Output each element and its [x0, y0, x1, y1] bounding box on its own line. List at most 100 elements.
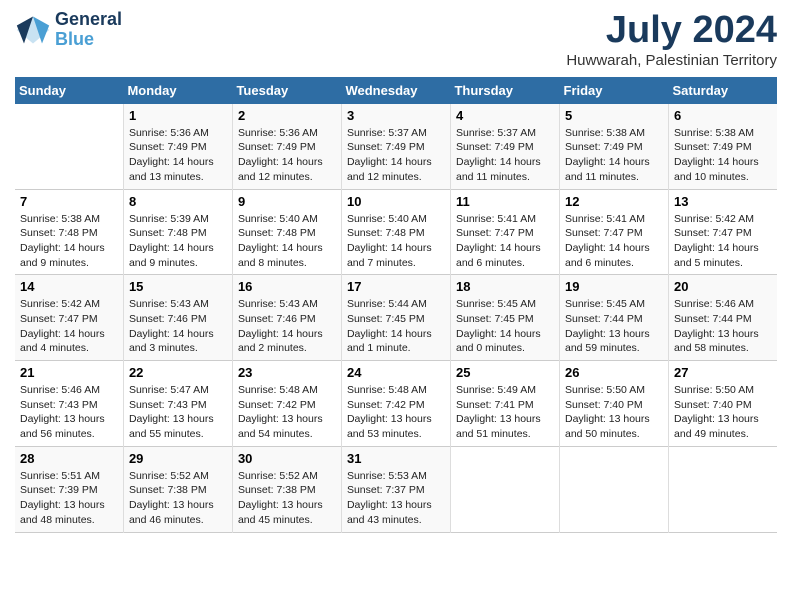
logo: General Blue [15, 10, 122, 50]
calendar-subtitle: Huwwarah, Palestinian Territory [566, 52, 777, 69]
day-info: Sunrise: 5:41 AM Sunset: 7:47 PM Dayligh… [456, 212, 554, 271]
day-info: Sunrise: 5:45 AM Sunset: 7:45 PM Dayligh… [456, 297, 554, 356]
calendar-cell: 29 Sunrise: 5:52 AM Sunset: 7:38 PM Dayli… [123, 446, 232, 532]
header-friday: Friday [560, 77, 669, 104]
calendar-cell: 9 Sunrise: 5:40 AM Sunset: 7:48 PM Daylig… [232, 189, 341, 275]
day-number: 30 [238, 451, 336, 466]
week-row-3: 14 Sunrise: 5:42 AM Sunset: 7:47 PM Dayli… [15, 275, 777, 361]
day-number: 6 [674, 108, 772, 123]
calendar-cell: 6 Sunrise: 5:38 AM Sunset: 7:49 PM Daylig… [669, 104, 777, 189]
day-info: Sunrise: 5:37 AM Sunset: 7:49 PM Dayligh… [347, 126, 445, 185]
calendar-cell: 8 Sunrise: 5:39 AM Sunset: 7:48 PM Daylig… [123, 189, 232, 275]
header-row: SundayMondayTuesdayWednesdayThursdayFrid… [15, 77, 777, 104]
day-info: Sunrise: 5:38 AM Sunset: 7:49 PM Dayligh… [674, 126, 772, 185]
day-number: 24 [347, 365, 445, 380]
calendar-cell: 14 Sunrise: 5:42 AM Sunset: 7:47 PM Dayli… [15, 275, 123, 361]
day-info: Sunrise: 5:49 AM Sunset: 7:41 PM Dayligh… [456, 383, 554, 442]
calendar-cell: 26 Sunrise: 5:50 AM Sunset: 7:40 PM Dayli… [560, 361, 669, 447]
day-info: Sunrise: 5:43 AM Sunset: 7:46 PM Dayligh… [129, 297, 227, 356]
calendar-cell [669, 446, 777, 532]
day-number: 9 [238, 194, 336, 209]
day-number: 17 [347, 279, 445, 294]
calendar-cell: 23Sunrise: 5:48 AM Sunset: 7:42 PM Dayli… [232, 361, 341, 447]
calendar-cell: 28 Sunrise: 5:51 AM Sunset: 7:39 PM Dayli… [15, 446, 123, 532]
day-info: Sunrise: 5:53 AM Sunset: 7:37 PM Dayligh… [347, 469, 445, 528]
calendar-cell: 20Sunrise: 5:46 AM Sunset: 7:44 PM Dayli… [669, 275, 777, 361]
header-tuesday: Tuesday [232, 77, 341, 104]
day-info: Sunrise: 5:42 AM Sunset: 7:47 PM Dayligh… [674, 212, 772, 271]
day-number: 12 [565, 194, 663, 209]
header-sunday: Sunday [15, 77, 123, 104]
day-number: 11 [456, 194, 554, 209]
logo-icon [15, 12, 51, 48]
day-info: Sunrise: 5:36 AM Sunset: 7:49 PM Dayligh… [238, 126, 336, 185]
day-info: Sunrise: 5:46 AM Sunset: 7:43 PM Dayligh… [20, 383, 118, 442]
calendar-cell: 18Sunrise: 5:45 AM Sunset: 7:45 PM Dayli… [450, 275, 559, 361]
header-monday: Monday [123, 77, 232, 104]
calendar-cell [450, 446, 559, 532]
day-number: 8 [129, 194, 227, 209]
day-number: 2 [238, 108, 336, 123]
day-info: Sunrise: 5:37 AM Sunset: 7:49 PM Dayligh… [456, 126, 554, 185]
page-header: General Blue July 2024 Huwwarah, Palesti… [15, 10, 777, 69]
day-number: 14 [20, 279, 118, 294]
day-info: Sunrise: 5:40 AM Sunset: 7:48 PM Dayligh… [347, 212, 445, 271]
calendar-cell: 27Sunrise: 5:50 AM Sunset: 7:40 PM Dayli… [669, 361, 777, 447]
calendar-cell: 12 Sunrise: 5:41 AM Sunset: 7:47 PM Dayli… [560, 189, 669, 275]
day-info: Sunrise: 5:45 AM Sunset: 7:44 PM Dayligh… [565, 297, 663, 356]
week-row-2: 7Sunrise: 5:38 AM Sunset: 7:48 PM Daylig… [15, 189, 777, 275]
calendar-title: July 2024 [566, 10, 777, 52]
calendar-body: 1 Sunrise: 5:36 AM Sunset: 7:49 PM Daylig… [15, 104, 777, 532]
day-info: Sunrise: 5:40 AM Sunset: 7:48 PM Dayligh… [238, 212, 336, 271]
week-row-4: 21 Sunrise: 5:46 AM Sunset: 7:43 PM Dayli… [15, 361, 777, 447]
day-info: Sunrise: 5:52 AM Sunset: 7:38 PM Dayligh… [129, 469, 227, 528]
logo-blue: Blue [55, 30, 122, 50]
day-info: Sunrise: 5:43 AM Sunset: 7:46 PM Dayligh… [238, 297, 336, 356]
day-number: 25 [456, 365, 554, 380]
calendar-cell: 17 Sunrise: 5:44 AM Sunset: 7:45 PM Dayli… [341, 275, 450, 361]
day-number: 16 [238, 279, 336, 294]
day-info: Sunrise: 5:52 AM Sunset: 7:38 PM Dayligh… [238, 469, 336, 528]
day-info: Sunrise: 5:38 AM Sunset: 7:49 PM Dayligh… [565, 126, 663, 185]
day-info: Sunrise: 5:50 AM Sunset: 7:40 PM Dayligh… [565, 383, 663, 442]
day-number: 7 [20, 194, 118, 209]
calendar-cell: 11 Sunrise: 5:41 AM Sunset: 7:47 PM Dayli… [450, 189, 559, 275]
day-number: 29 [129, 451, 227, 466]
day-info: Sunrise: 5:42 AM Sunset: 7:47 PM Dayligh… [20, 297, 118, 356]
title-area: July 2024 Huwwarah, Palestinian Territor… [566, 10, 777, 69]
day-info: Sunrise: 5:41 AM Sunset: 7:47 PM Dayligh… [565, 212, 663, 271]
calendar-cell: 7Sunrise: 5:38 AM Sunset: 7:48 PM Daylig… [15, 189, 123, 275]
day-number: 21 [20, 365, 118, 380]
week-row-1: 1 Sunrise: 5:36 AM Sunset: 7:49 PM Daylig… [15, 104, 777, 189]
logo-general: General [55, 10, 122, 30]
day-number: 5 [565, 108, 663, 123]
day-info: Sunrise: 5:51 AM Sunset: 7:39 PM Dayligh… [20, 469, 118, 528]
calendar-cell: 5 Sunrise: 5:38 AM Sunset: 7:49 PM Daylig… [560, 104, 669, 189]
day-number: 26 [565, 365, 663, 380]
calendar-cell: 30 Sunrise: 5:52 AM Sunset: 7:38 PM Dayli… [232, 446, 341, 532]
calendar-table: SundayMondayTuesdayWednesdayThursdayFrid… [15, 77, 777, 533]
calendar-cell: 21 Sunrise: 5:46 AM Sunset: 7:43 PM Dayli… [15, 361, 123, 447]
calendar-cell: 13Sunrise: 5:42 AM Sunset: 7:47 PM Dayli… [669, 189, 777, 275]
calendar-cell [560, 446, 669, 532]
day-info: Sunrise: 5:47 AM Sunset: 7:43 PM Dayligh… [129, 383, 227, 442]
day-number: 1 [129, 108, 227, 123]
day-info: Sunrise: 5:44 AM Sunset: 7:45 PM Dayligh… [347, 297, 445, 356]
calendar-cell [15, 104, 123, 189]
day-number: 28 [20, 451, 118, 466]
calendar-cell: 19Sunrise: 5:45 AM Sunset: 7:44 PM Dayli… [560, 275, 669, 361]
day-number: 15 [129, 279, 227, 294]
day-info: Sunrise: 5:39 AM Sunset: 7:48 PM Dayligh… [129, 212, 227, 271]
header-wednesday: Wednesday [341, 77, 450, 104]
day-number: 27 [674, 365, 772, 380]
calendar-cell: 3Sunrise: 5:37 AM Sunset: 7:49 PM Daylig… [341, 104, 450, 189]
calendar-cell: 4Sunrise: 5:37 AM Sunset: 7:49 PM Daylig… [450, 104, 559, 189]
calendar-cell: 10 Sunrise: 5:40 AM Sunset: 7:48 PM Dayli… [341, 189, 450, 275]
header-saturday: Saturday [669, 77, 777, 104]
day-number: 10 [347, 194, 445, 209]
week-row-5: 28 Sunrise: 5:51 AM Sunset: 7:39 PM Dayli… [15, 446, 777, 532]
calendar-cell: 1Sunrise: 5:36 AM Sunset: 7:49 PM Daylig… [123, 104, 232, 189]
calendar-cell: 31Sunrise: 5:53 AM Sunset: 7:37 PM Dayli… [341, 446, 450, 532]
header-thursday: Thursday [450, 77, 559, 104]
calendar-cell: 25 Sunrise: 5:49 AM Sunset: 7:41 PM Dayli… [450, 361, 559, 447]
